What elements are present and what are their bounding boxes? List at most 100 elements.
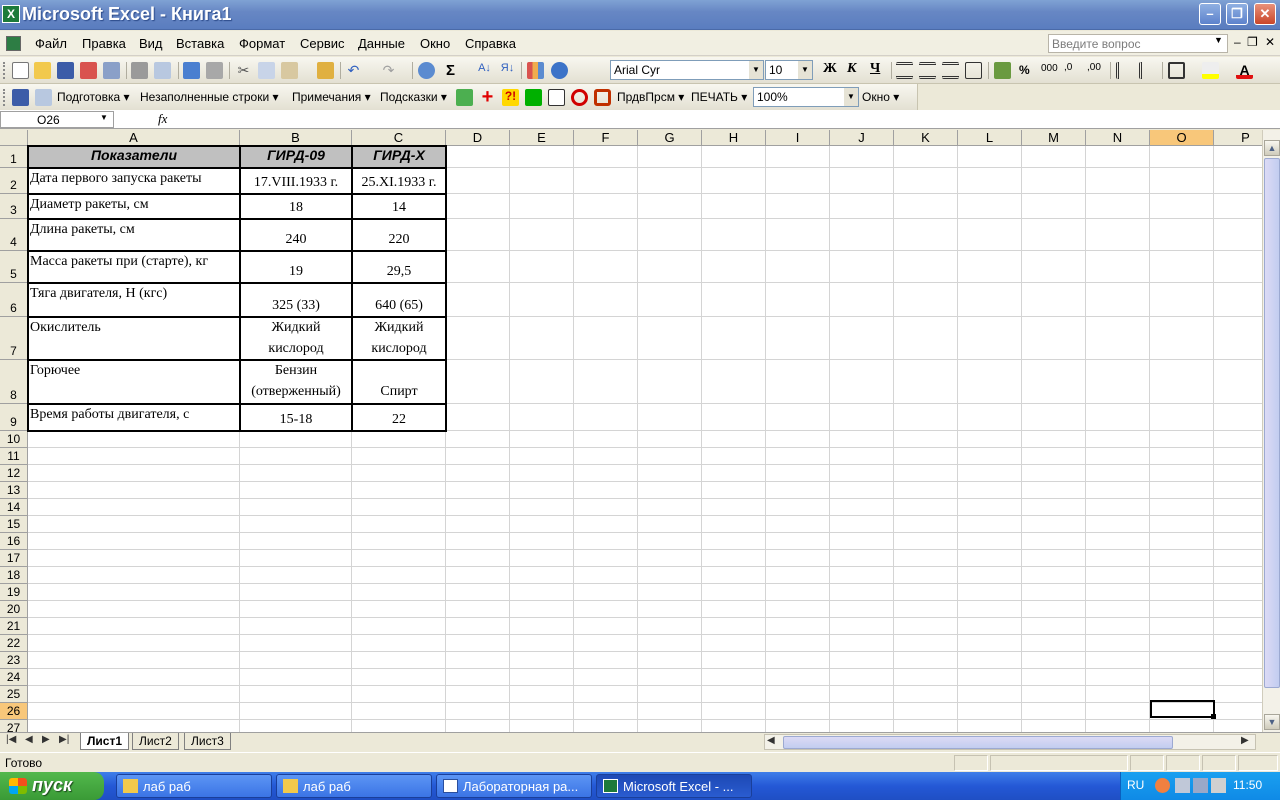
excel-app-icon[interactable]: X xyxy=(2,5,20,23)
doc-restore-button[interactable]: ❐ xyxy=(1247,35,1258,49)
scroll-down-icon[interactable]: ▼ xyxy=(1264,714,1280,730)
copy-icon[interactable] xyxy=(258,62,275,79)
label-cell-row-9[interactable]: Время работы двигателя, с xyxy=(30,404,239,425)
taskbar-item-excel[interactable]: Microsoft Excel - ... xyxy=(596,774,752,798)
row-header-1[interactable]: 1 xyxy=(0,146,28,168)
value-cell-b-row-7-line2[interactable]: кислород xyxy=(240,338,352,359)
row-header-2[interactable]: 2 xyxy=(0,168,28,194)
permission-icon[interactable] xyxy=(80,62,97,79)
window-menu-button[interactable]: Окно ▾ xyxy=(862,90,899,104)
label-cell-row-8[interactable]: Горючее xyxy=(30,360,239,381)
row-header-17[interactable]: 17 xyxy=(0,550,28,567)
column-header-i[interactable]: I xyxy=(766,130,830,146)
increase-indent-icon[interactable] xyxy=(1139,62,1156,79)
question-icon[interactable]: ?! xyxy=(502,89,519,106)
start-button[interactable]: пуск xyxy=(0,772,104,800)
header-cell-a[interactable]: Показатели xyxy=(28,146,240,168)
value-cell-b-row-6[interactable]: 325 (33) xyxy=(240,295,352,316)
value-cell-c-row-7[interactable]: Жидкий xyxy=(352,317,446,338)
new-icon[interactable] xyxy=(12,62,29,79)
row-header-12[interactable]: 12 xyxy=(0,465,28,482)
align-center-icon[interactable] xyxy=(919,62,936,79)
row-header-24[interactable]: 24 xyxy=(0,669,28,686)
horizontal-scroll-thumb[interactable] xyxy=(783,736,1173,749)
zoom-select[interactable]: 100% ▼ xyxy=(753,87,859,107)
restore-button[interactable]: ❐ xyxy=(1226,3,1248,25)
value-cell-c-row-8[interactable] xyxy=(352,360,446,381)
close-button[interactable]: ✕ xyxy=(1254,3,1276,25)
label-cell-row-5[interactable]: Масса ракеты при (старте), кг xyxy=(30,251,239,272)
save-icon[interactable] xyxy=(57,62,74,79)
value-cell-c-row-5[interactable]: 29,5 xyxy=(352,261,446,282)
doc-minimize-button[interactable]: – xyxy=(1234,35,1241,49)
column-header-a[interactable]: A xyxy=(28,130,240,146)
open-icon[interactable] xyxy=(34,62,51,79)
value-cell-b-row-2[interactable]: 17.VIII.1933 г. xyxy=(240,172,352,193)
row-header-7[interactable]: 7 xyxy=(0,317,28,360)
sort-desc-icon[interactable]: Я↓ xyxy=(499,62,516,79)
horizontal-scrollbar[interactable]: ◀ ▶ xyxy=(764,734,1256,750)
label-cell-row-6[interactable]: Тяга двигателя, Н (кгс) xyxy=(30,283,239,304)
label-cell-row-2[interactable]: Дата первого запуска ракеты xyxy=(30,168,239,189)
column-header-b[interactable]: B xyxy=(240,130,352,146)
column-header-k[interactable]: K xyxy=(894,130,958,146)
fill-color-icon[interactable] xyxy=(1202,62,1219,79)
empty-rows-menu[interactable]: Незаполненные строки ▾ xyxy=(140,90,279,104)
row-header-4[interactable]: 4 xyxy=(0,219,28,251)
paste-icon[interactable] xyxy=(281,62,298,79)
column-header-m[interactable]: M xyxy=(1022,130,1086,146)
selected-cell[interactable] xyxy=(1150,700,1215,718)
header-cell-b[interactable]: ГИРД-09 xyxy=(240,146,352,168)
save-icon[interactable] xyxy=(12,89,29,106)
value-cell-c-row-7-line2[interactable]: кислород xyxy=(352,338,446,359)
safely-remove-icon[interactable] xyxy=(1211,778,1226,793)
taskbar-item-word[interactable]: Лабораторная ра... xyxy=(436,774,592,798)
percent-button[interactable]: % xyxy=(1019,63,1030,77)
print-preview-icon[interactable] xyxy=(154,62,171,79)
value-cell-c-row-8-line2[interactable]: Спирт xyxy=(352,381,446,402)
scroll-left-icon[interactable]: ◀ xyxy=(767,735,775,746)
row-header-9[interactable]: 9 xyxy=(0,404,28,431)
row-header-22[interactable]: 22 xyxy=(0,635,28,652)
hyperlink-icon[interactable] xyxy=(418,62,435,79)
comma-style-button[interactable]: 000 xyxy=(1041,63,1058,74)
row-header-25[interactable]: 25 xyxy=(0,686,28,703)
notes-menu[interactable]: Примечания ▾ xyxy=(292,90,371,104)
scroll-right-icon[interactable]: ▶ xyxy=(1241,735,1249,746)
column-header-d[interactable]: D xyxy=(446,130,510,146)
format-painter-icon[interactable] xyxy=(317,62,334,79)
vertical-scroll-thumb[interactable] xyxy=(1264,158,1280,688)
column-header-o[interactable]: O xyxy=(1150,130,1214,146)
record-icon[interactable] xyxy=(594,89,611,106)
menu-edit[interactable]: Правка xyxy=(82,36,126,51)
fill-handle[interactable] xyxy=(1211,714,1216,719)
first-sheet-icon[interactable]: |◀ xyxy=(6,734,16,745)
minimize-button[interactable]: – xyxy=(1199,3,1221,25)
decrease-decimal-icon[interactable]: ,00 xyxy=(1087,62,1104,79)
value-cell-b-row-5[interactable]: 19 xyxy=(240,261,352,282)
value-cell-c-row-4[interactable]: 220 xyxy=(352,229,446,250)
row-header-5[interactable]: 5 xyxy=(0,251,28,283)
value-cell-b-row-4[interactable]: 240 xyxy=(240,229,352,250)
row-header-11[interactable]: 11 xyxy=(0,448,28,465)
currency-icon[interactable] xyxy=(994,62,1011,79)
row-header-8[interactable]: 8 xyxy=(0,360,28,404)
network-icon[interactable] xyxy=(1175,778,1190,793)
ask-question-input[interactable]: Введите вопрос xyxy=(1048,34,1228,53)
row-header-6[interactable]: 6 xyxy=(0,283,28,317)
decrease-indent-icon[interactable] xyxy=(1116,62,1133,79)
column-header-j[interactable]: J xyxy=(830,130,894,146)
volume-icon[interactable] xyxy=(1193,778,1208,793)
column-header-f[interactable]: F xyxy=(574,130,638,146)
row-header-27[interactable]: 27 xyxy=(0,720,28,732)
stop-icon[interactable] xyxy=(571,89,588,106)
chevron-down-icon[interactable]: ▼ xyxy=(749,61,763,79)
hints-menu[interactable]: Подсказки ▾ xyxy=(380,90,447,104)
bold-button[interactable]: Ж xyxy=(823,61,837,77)
column-header-e[interactable]: E xyxy=(510,130,574,146)
toolbar-grip[interactable] xyxy=(3,62,6,79)
scroll-up-icon[interactable]: ▲ xyxy=(1264,140,1280,156)
row-header-3[interactable]: 3 xyxy=(0,194,28,219)
font-name-select[interactable]: Arial Cyr ▼ xyxy=(610,60,764,80)
research-icon[interactable] xyxy=(206,62,223,79)
